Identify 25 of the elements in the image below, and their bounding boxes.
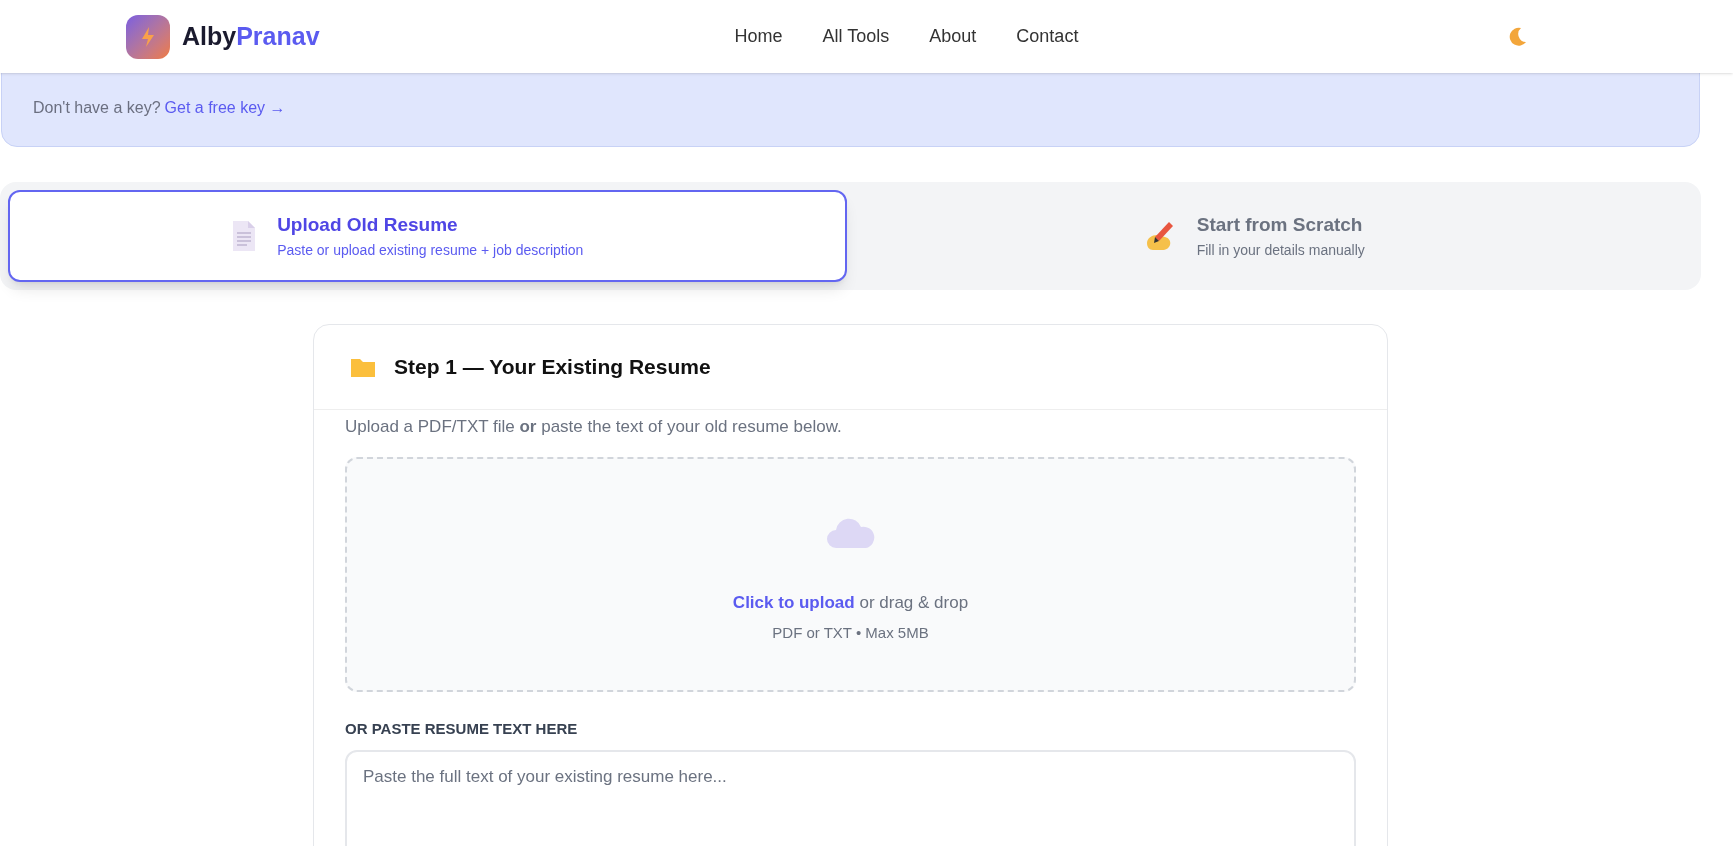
upload-note: PDF or TXT • Max 5MB xyxy=(772,622,929,643)
document-icon xyxy=(231,220,258,252)
mode-subtitle: Paste or upload existing resume + job description xyxy=(277,240,584,260)
brand-name: AlbyPranav xyxy=(182,20,320,52)
click-to-upload-link[interactable]: Click to upload xyxy=(732,593,855,612)
mode-title: Upload Old Resume xyxy=(277,213,458,238)
mode-tab[interactable]: Start from Scratch Fill in your details manually xyxy=(854,190,1693,282)
folder-icon xyxy=(350,356,376,378)
cloud-icon xyxy=(825,516,876,550)
free-key-link[interactable]: Get a free key → xyxy=(164,96,286,120)
step-hint: Upload a PDF/TXT file or paste the text of your old resume below. xyxy=(345,416,843,438)
nav-link[interactable]: Contact xyxy=(1016,23,1079,50)
banner-text: Don't have a key? xyxy=(33,98,161,118)
upload-prompt: Click to upload or drag & drop xyxy=(732,592,969,614)
nav-link[interactable]: About xyxy=(929,23,977,50)
mode-subtitle: Fill in your details manually xyxy=(1196,240,1365,260)
mode-tab[interactable]: Upload Old Resume Paste or upload existing resume + job description xyxy=(8,190,847,282)
resume-text-field[interactable]: Paste the full text of your existing resume here... xyxy=(345,750,1356,846)
paste-label: OR PASTE RESUME TEXT HERE xyxy=(345,718,579,739)
nav-link[interactable]: Home xyxy=(734,23,783,50)
app-logo-icon xyxy=(126,14,170,59)
step-title: Step 1 — Your Existing Resume xyxy=(394,354,711,381)
nav-link[interactable]: All Tools xyxy=(822,23,890,50)
upload-dropzone[interactable]: Click to upload or drag & drop PDF or TXT • Max 5MB xyxy=(345,456,1356,692)
mode-title: Start from Scratch xyxy=(1196,213,1363,238)
